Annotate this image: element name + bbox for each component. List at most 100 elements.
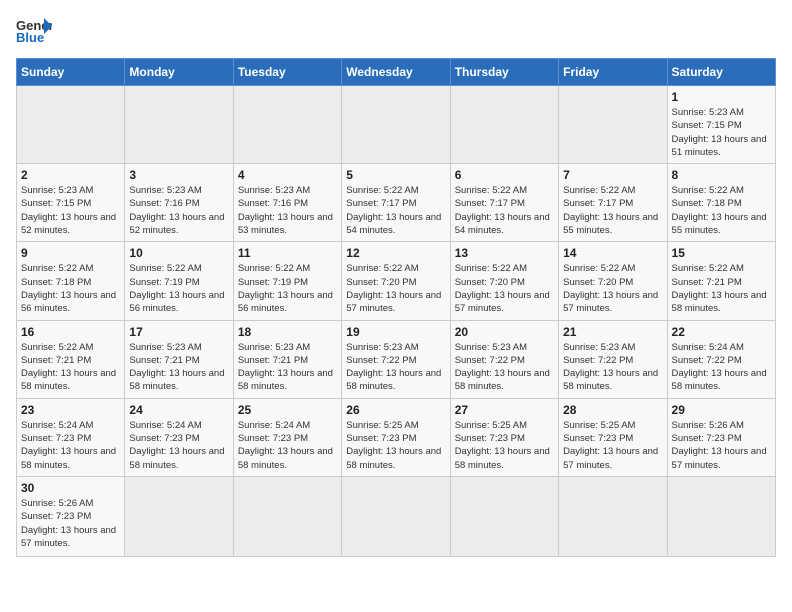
sunrise-time: 5:23 AM	[492, 342, 527, 353]
daylight-label: Daylight:	[563, 290, 600, 301]
calendar-week-row: 16Sunrise: 5:22 AMSunset: 7:21 PMDayligh…	[17, 320, 776, 398]
cell-info: Sunrise: 5:23 AMSunset: 7:15 PMDaylight:…	[21, 184, 120, 237]
sunset-label: Sunset:	[672, 433, 704, 444]
daylight-label: Daylight:	[672, 290, 709, 301]
cell-info: Sunrise: 5:22 AMSunset: 7:17 PMDaylight:…	[563, 184, 662, 237]
sunset-time: 7:17 PM	[381, 198, 416, 209]
calendar-cell: 2Sunrise: 5:23 AMSunset: 7:15 PMDaylight…	[17, 164, 125, 242]
sunset-label: Sunset:	[346, 433, 378, 444]
sunset-time: 7:22 PM	[598, 355, 633, 366]
date-number: 12	[346, 246, 445, 260]
calendar-cell	[125, 86, 233, 164]
sunrise-time: 5:23 AM	[167, 342, 202, 353]
sunrise-time: 5:22 AM	[275, 263, 310, 274]
date-number: 7	[563, 168, 662, 182]
sunset-label: Sunset:	[129, 277, 161, 288]
sunset-label: Sunset:	[129, 355, 161, 366]
sunset-label: Sunset:	[346, 277, 378, 288]
daylight-label: Daylight:	[21, 290, 58, 301]
cell-info: Sunrise: 5:22 AMSunset: 7:18 PMDaylight:…	[672, 184, 771, 237]
cell-info: Sunrise: 5:22 AMSunset: 7:21 PMDaylight:…	[21, 341, 120, 394]
sunset-label: Sunset:	[672, 120, 704, 131]
sunset-time: 7:19 PM	[164, 277, 199, 288]
cell-info: Sunrise: 5:26 AMSunset: 7:23 PMDaylight:…	[672, 419, 771, 472]
calendar-cell	[233, 86, 341, 164]
daylight-label: Daylight:	[238, 290, 275, 301]
date-number: 15	[672, 246, 771, 260]
date-number: 18	[238, 325, 337, 339]
sunset-label: Sunset:	[455, 198, 487, 209]
date-number: 6	[455, 168, 554, 182]
calendar-week-row: 9Sunrise: 5:22 AMSunset: 7:18 PMDaylight…	[17, 242, 776, 320]
sunset-time: 7:23 PM	[164, 433, 199, 444]
sunset-time: 7:23 PM	[56, 433, 91, 444]
sunset-time: 7:22 PM	[381, 355, 416, 366]
sunset-time: 7:20 PM	[490, 277, 525, 288]
sunrise-time: 5:22 AM	[709, 263, 744, 274]
sunset-time: 7:16 PM	[273, 198, 308, 209]
sunrise-label: Sunrise:	[346, 185, 381, 196]
sunrise-time: 5:24 AM	[167, 420, 202, 431]
daylight-label: Daylight:	[455, 368, 492, 379]
daylight-label: Daylight:	[129, 446, 166, 457]
date-number: 9	[21, 246, 120, 260]
date-number: 26	[346, 403, 445, 417]
sunrise-time: 5:23 AM	[709, 107, 744, 118]
day-header-saturday: Saturday	[667, 59, 775, 86]
calendar-cell: 15Sunrise: 5:22 AMSunset: 7:21 PMDayligh…	[667, 242, 775, 320]
daylight-label: Daylight:	[21, 212, 58, 223]
cell-info: Sunrise: 5:22 AMSunset: 7:17 PMDaylight:…	[455, 184, 554, 237]
sunrise-label: Sunrise:	[238, 342, 273, 353]
calendar-cell: 3Sunrise: 5:23 AMSunset: 7:16 PMDaylight…	[125, 164, 233, 242]
daylight-label: Daylight:	[455, 212, 492, 223]
calendar-cell: 16Sunrise: 5:22 AMSunset: 7:21 PMDayligh…	[17, 320, 125, 398]
sunrise-label: Sunrise:	[129, 342, 164, 353]
date-number: 1	[672, 90, 771, 104]
day-header-wednesday: Wednesday	[342, 59, 450, 86]
sunset-time: 7:20 PM	[381, 277, 416, 288]
cell-info: Sunrise: 5:22 AMSunset: 7:20 PMDaylight:…	[455, 262, 554, 315]
daylight-label: Daylight:	[129, 290, 166, 301]
page-header: General Blue	[16, 16, 776, 46]
date-number: 20	[455, 325, 554, 339]
cell-info: Sunrise: 5:24 AMSunset: 7:23 PMDaylight:…	[238, 419, 337, 472]
sunrise-label: Sunrise:	[129, 420, 164, 431]
sunset-time: 7:21 PM	[706, 277, 741, 288]
sunset-label: Sunset:	[672, 198, 704, 209]
cell-info: Sunrise: 5:25 AMSunset: 7:23 PMDaylight:…	[563, 419, 662, 472]
sunset-time: 7:19 PM	[273, 277, 308, 288]
sunrise-label: Sunrise:	[455, 342, 490, 353]
daylight-label: Daylight:	[21, 368, 58, 379]
calendar-table: SundayMondayTuesdayWednesdayThursdayFrid…	[16, 58, 776, 557]
sunset-label: Sunset:	[346, 198, 378, 209]
sunrise-time: 5:22 AM	[492, 263, 527, 274]
cell-info: Sunrise: 5:23 AMSunset: 7:16 PMDaylight:…	[238, 184, 337, 237]
sunset-time: 7:23 PM	[490, 433, 525, 444]
date-number: 25	[238, 403, 337, 417]
daylight-label: Daylight:	[129, 212, 166, 223]
cell-info: Sunrise: 5:23 AMSunset: 7:16 PMDaylight:…	[129, 184, 228, 237]
daylight-label: Daylight:	[346, 368, 383, 379]
sunset-label: Sunset:	[672, 277, 704, 288]
calendar-week-row: 30Sunrise: 5:26 AMSunset: 7:23 PMDayligh…	[17, 476, 776, 556]
sunset-time: 7:21 PM	[273, 355, 308, 366]
sunset-label: Sunset:	[455, 355, 487, 366]
cell-info: Sunrise: 5:22 AMSunset: 7:20 PMDaylight:…	[563, 262, 662, 315]
calendar-cell	[559, 476, 667, 556]
sunset-label: Sunset:	[129, 433, 161, 444]
sunset-time: 7:21 PM	[164, 355, 199, 366]
sunrise-time: 5:22 AM	[384, 263, 419, 274]
sunrise-label: Sunrise:	[21, 185, 56, 196]
sunrise-time: 5:26 AM	[59, 498, 94, 509]
sunset-label: Sunset:	[21, 198, 53, 209]
calendar-cell: 14Sunrise: 5:22 AMSunset: 7:20 PMDayligh…	[559, 242, 667, 320]
sunrise-label: Sunrise:	[346, 263, 381, 274]
sunrise-label: Sunrise:	[455, 185, 490, 196]
calendar-cell: 6 Sunrise: 5:22 AMSunset: 7:17 PMDaylight…	[450, 164, 558, 242]
sunrise-label: Sunrise:	[238, 185, 273, 196]
day-header-sunday: Sunday	[17, 59, 125, 86]
sunset-label: Sunset:	[455, 433, 487, 444]
date-number: 5	[346, 168, 445, 182]
calendar-cell: 17Sunrise: 5:23 AMSunset: 7:21 PMDayligh…	[125, 320, 233, 398]
sunrise-label: Sunrise:	[21, 263, 56, 274]
